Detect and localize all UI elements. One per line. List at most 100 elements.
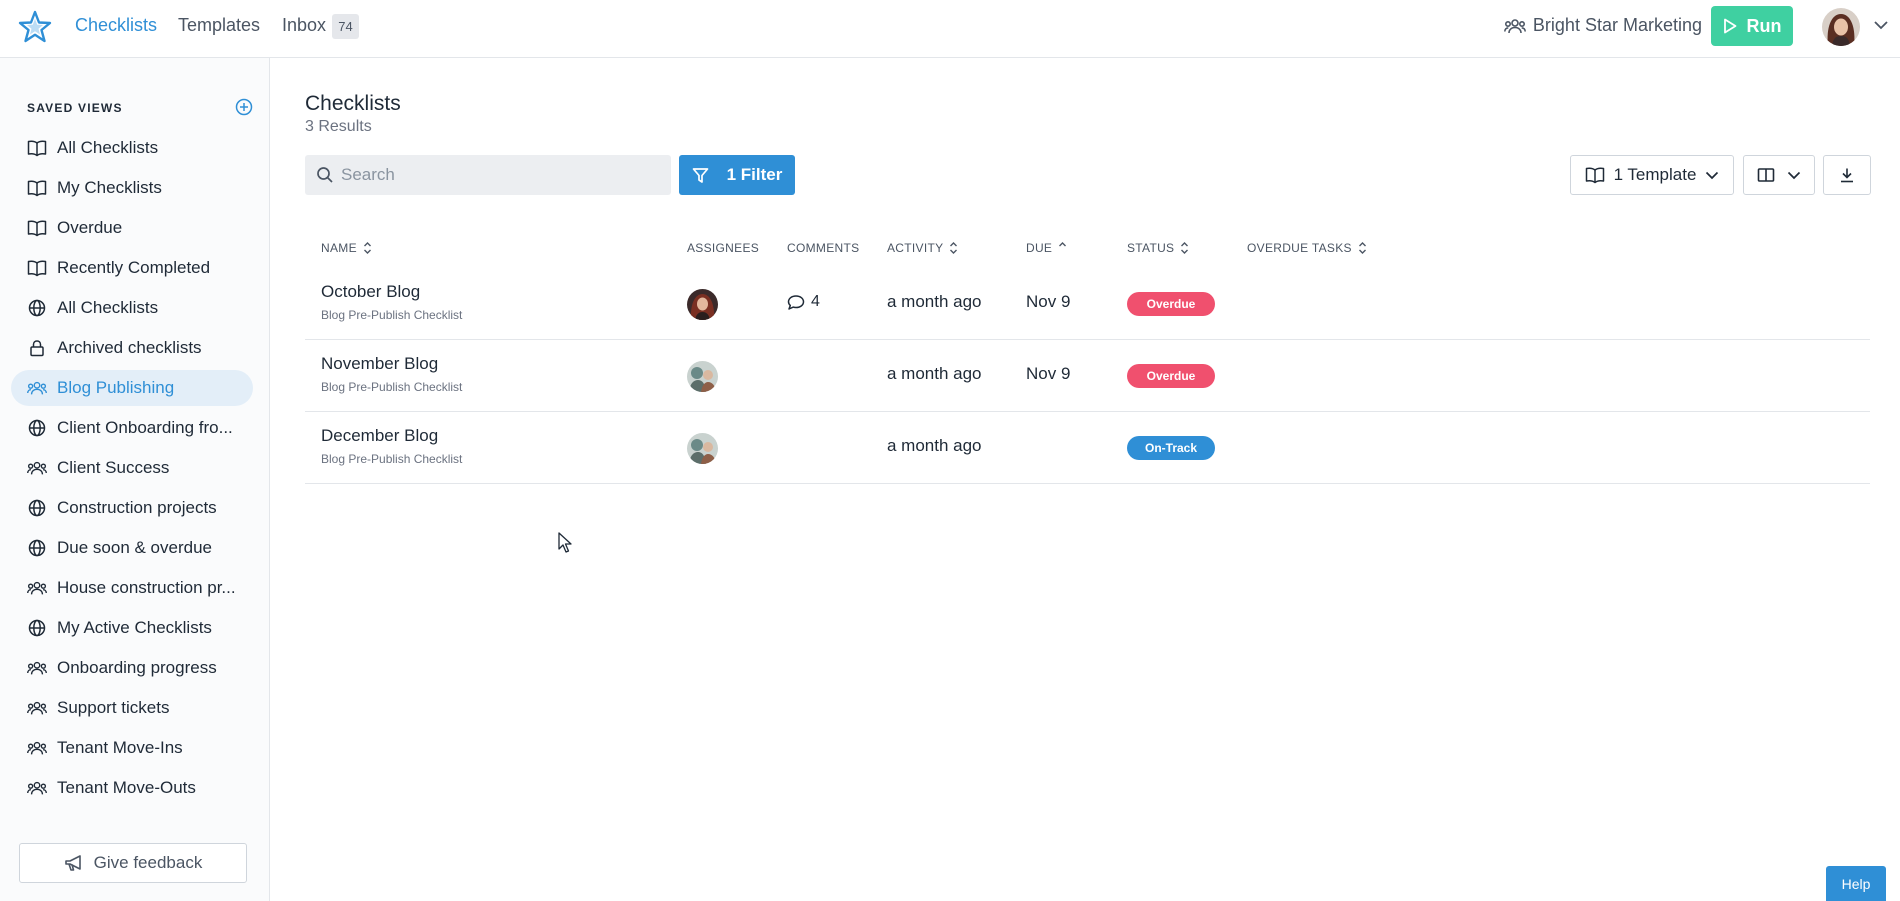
nav-templates-link[interactable]: Templates: [178, 15, 260, 36]
sidebar-item[interactable]: Tenant Move-Outs: [11, 770, 253, 806]
sidebar-item[interactable]: Tenant Move-Ins: [11, 730, 253, 766]
search-icon: [317, 167, 333, 183]
sidebar-item-label: Archived checklists: [57, 338, 202, 357]
column-header-status[interactable]: STATUS: [1127, 241, 1189, 255]
book-icon: [27, 138, 47, 158]
globe-icon: [27, 498, 47, 518]
search-input[interactable]: [341, 165, 661, 185]
users-icon: [27, 378, 47, 398]
sidebar-item[interactable]: Blog Publishing: [11, 370, 253, 406]
column-header-assignees: ASSIGNEES: [687, 241, 760, 255]
sidebar-item-label: Recently Completed: [57, 258, 211, 277]
checklist-name-link[interactable]: October Blog: [321, 282, 420, 302]
table-row[interactable]: October Blog Blog Pre-Publish Checklist …: [305, 268, 1870, 340]
organization-name: Bright Star Marketing: [1532, 15, 1702, 35]
nav-checklists-link[interactable]: Checklists: [75, 15, 157, 36]
top-navigation-bar: Checklists Templates Inbox 74 Bright Sta…: [0, 0, 1900, 58]
organization-switcher[interactable]: Bright Star Marketing: [1503, 15, 1702, 36]
sidebar-item[interactable]: Recently Completed: [11, 250, 253, 286]
assignee-avatar[interactable]: [687, 433, 718, 464]
sidebar-item[interactable]: Construction projects: [11, 490, 253, 526]
column-header-name[interactable]: NAME: [321, 241, 372, 255]
users-icon: [27, 578, 47, 598]
table-row[interactable]: December Blog Blog Pre-Publish Checklist…: [305, 412, 1870, 484]
download-button[interactable]: [1823, 155, 1871, 195]
table-row[interactable]: November Blog Blog Pre-Publish Checklist…: [305, 340, 1870, 412]
users-icon: [27, 778, 47, 798]
chevron-down-icon: [1787, 171, 1801, 179]
results-count: 3 Results: [305, 118, 372, 135]
book-icon: [27, 218, 47, 238]
book-icon: [1585, 167, 1604, 184]
checklist-name-link[interactable]: November Blog: [321, 354, 438, 374]
filter-icon: [692, 167, 708, 183]
star-logo-icon[interactable]: [18, 10, 52, 44]
chevron-down-icon: [1706, 171, 1719, 179]
sidebar-item-label: Client Onboarding fro...: [57, 418, 233, 437]
sidebar-item[interactable]: Archived checklists: [11, 330, 253, 366]
sidebar-item-label: All Checklists: [57, 298, 159, 317]
filter-button[interactable]: 1 Filter: [679, 155, 795, 195]
users-icon: [27, 458, 47, 478]
sidebar-item-label: Tenant Move-Ins: [57, 738, 183, 757]
checklist-name-link[interactable]: December Blog: [321, 426, 438, 446]
sidebar-item-label: All Checklists: [57, 138, 159, 157]
users-icon: [27, 658, 47, 678]
book-icon: [27, 178, 47, 198]
globe-icon: [27, 418, 47, 438]
columns-toggle-button[interactable]: [1743, 155, 1815, 195]
sidebar-item-label: Tenant Move-Outs: [57, 778, 196, 797]
sort-icon: [1358, 242, 1366, 254]
sidebar-item[interactable]: All Checklists: [11, 290, 253, 326]
run-button[interactable]: Run: [1711, 6, 1793, 46]
download-icon: [1841, 168, 1853, 183]
sort-icon: [1181, 242, 1189, 254]
template-selector-label: 1 Template: [1613, 165, 1697, 184]
globe-icon: [27, 298, 47, 318]
nav-inbox-link[interactable]: Inbox: [282, 15, 326, 36]
sidebar-item[interactable]: My Checklists: [11, 170, 253, 206]
template-selector-button[interactable]: 1 Template: [1570, 155, 1734, 195]
sidebar-item-label: Blog Publishing: [57, 378, 175, 397]
assignee-avatar[interactable]: [687, 289, 718, 320]
column-header-overdue-tasks[interactable]: OVERDUE TASKS: [1247, 241, 1367, 255]
due-date: Nov 9: [1026, 292, 1071, 311]
help-button[interactable]: Help: [1826, 866, 1886, 901]
globe-icon: [27, 618, 47, 638]
assignee-avatar[interactable]: [687, 361, 718, 392]
activity-time: a month ago: [887, 436, 982, 455]
sidebar-item-label: House construction pr...: [57, 578, 236, 597]
comment-icon: [787, 294, 805, 310]
sidebar-item[interactable]: My Active Checklists: [11, 610, 253, 646]
comments-count[interactable]: 4: [787, 293, 820, 311]
checklist-template-name: Blog Pre-Publish Checklist: [321, 452, 463, 466]
column-header-due[interactable]: DUE: [1026, 241, 1067, 255]
users-icon: [27, 698, 47, 718]
sidebar-item-label: My Checklists: [57, 178, 162, 197]
sort-icon: [950, 242, 958, 254]
sidebar-item-label: Due soon & overdue: [57, 538, 212, 557]
book-icon: [27, 258, 47, 278]
user-avatar[interactable]: [1822, 8, 1860, 46]
status-badge: On-Track: [1127, 436, 1215, 460]
sidebar-item[interactable]: Client Onboarding fro...: [11, 410, 253, 446]
inbox-count-badge: 74: [332, 14, 359, 39]
sidebar-item[interactable]: Onboarding progress: [11, 650, 253, 686]
checklist-template-name: Blog Pre-Publish Checklist: [321, 308, 463, 322]
sidebar-item[interactable]: Client Success: [11, 450, 253, 486]
column-header-activity[interactable]: ACTIVITY: [887, 241, 958, 255]
sidebar-item[interactable]: Support tickets: [11, 690, 253, 726]
sidebar-item[interactable]: Overdue: [11, 210, 253, 246]
add-circle-icon[interactable]: [235, 98, 253, 116]
sidebar-item[interactable]: Due soon & overdue: [11, 530, 253, 566]
give-feedback-button[interactable]: Give feedback: [19, 843, 247, 883]
columns-icon: [1757, 168, 1775, 182]
search-box[interactable]: [305, 155, 671, 195]
status-badge: Overdue: [1127, 364, 1215, 388]
due-date: Nov 9: [1026, 364, 1071, 383]
globe-icon: [27, 538, 47, 558]
chevron-down-icon[interactable]: [1873, 20, 1889, 30]
sidebar-item[interactable]: All Checklists: [11, 130, 253, 166]
sidebar-item[interactable]: House construction pr...: [11, 570, 253, 606]
page-title: Checklists: [305, 92, 401, 115]
